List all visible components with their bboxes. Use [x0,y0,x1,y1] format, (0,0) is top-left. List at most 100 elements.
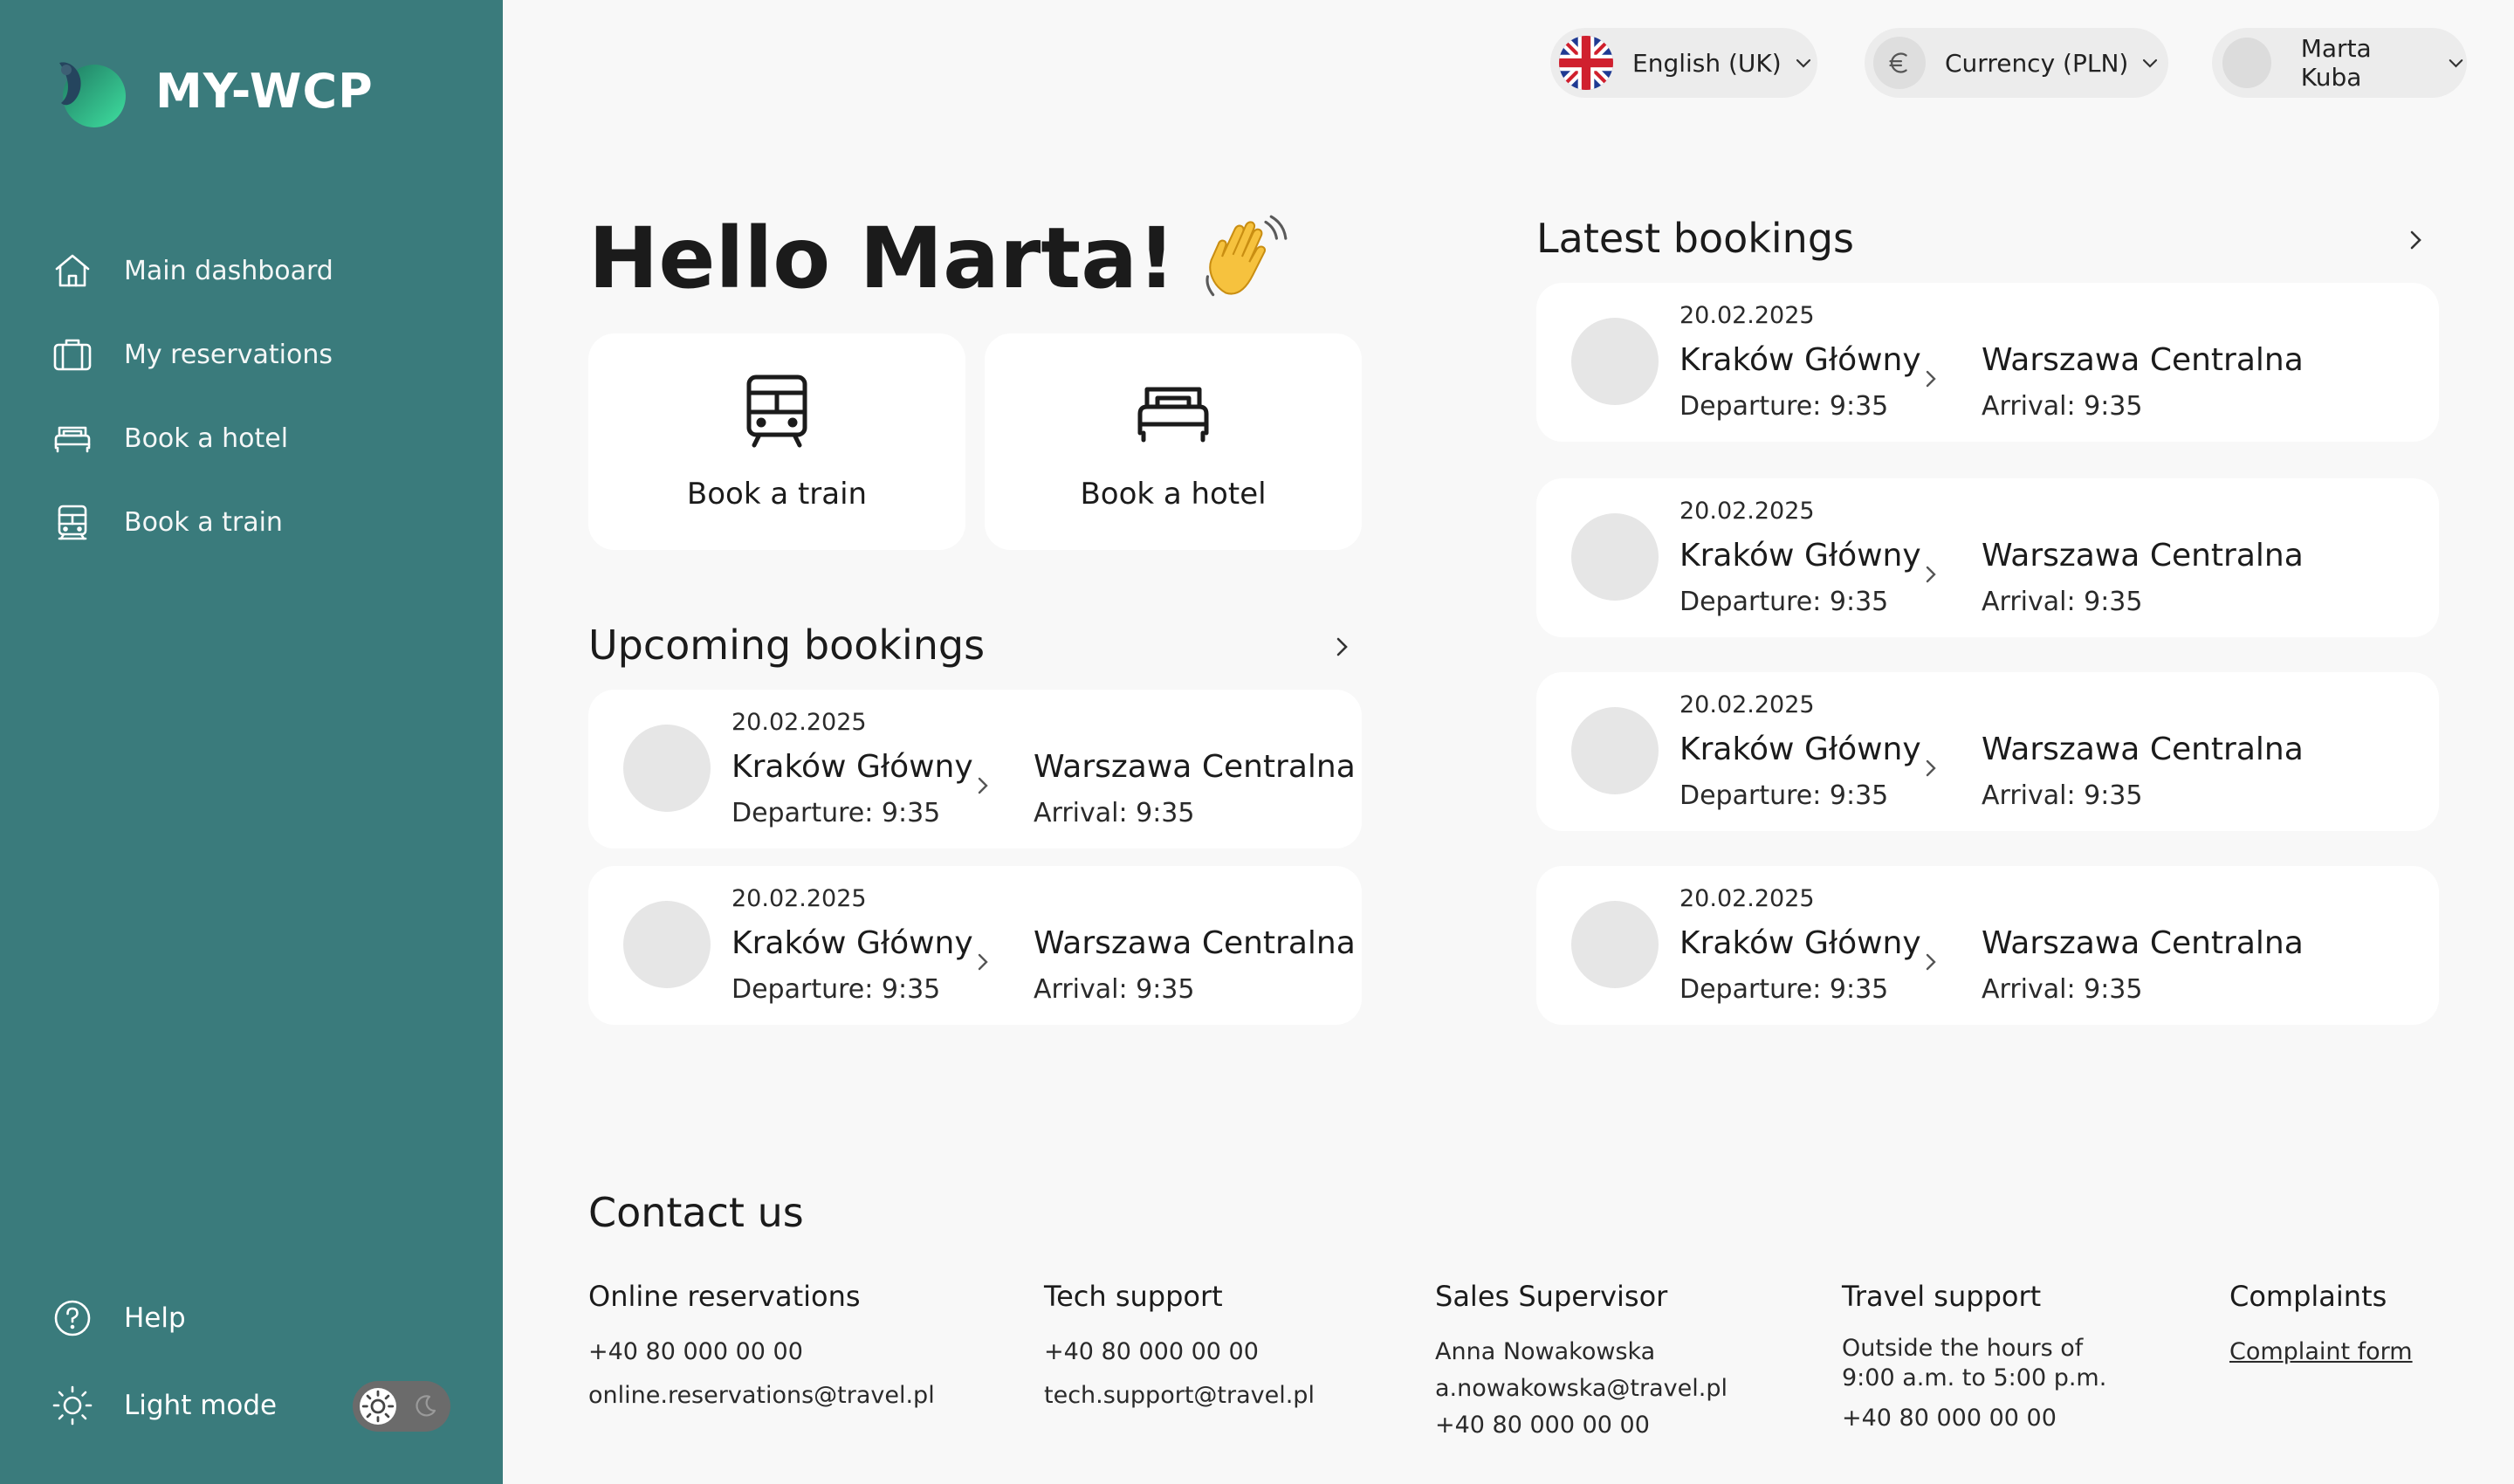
upcoming-more-chevron-icon[interactable] [1327,632,1357,662]
chevron-right-icon [978,777,988,794]
theme-row: Light mode [51,1362,452,1449]
chevron-down-icon [2143,58,2158,68]
book-train-button[interactable]: Book a train [588,333,965,550]
sidebar-item-label: Book a train [124,506,283,538]
booking-date: 20.02.2025 [1679,302,1815,329]
upcoming-booking-card[interactable]: 20.02.2025 Kraków Główny Departure: 9:35… [588,690,1362,848]
book-hotel-button[interactable]: Book a hotel [985,333,1362,550]
booking-arrival: Arrival: 9:35 [1034,798,1195,828]
logo-icon [51,51,131,131]
latest-more-chevron-icon[interactable] [2401,225,2430,255]
light-mode-label: Light mode [124,1390,278,1421]
booking-departure: Departure: 9:35 [732,798,941,828]
sidebar: MY-WCP Main dashboard My reservations Bo… [0,0,503,1484]
uk-flag-icon [1559,36,1613,90]
greeting: Hello Marta! [588,210,1289,307]
contact-heading: Travel support [1842,1280,2042,1313]
avatar [2222,38,2271,88]
booking-arrival: Arrival: 9:35 [1982,391,2143,422]
chevron-right-icon [1926,953,1936,971]
booking-to: Warszawa Centralna [1034,925,1356,961]
sun-small-icon [361,1390,395,1423]
chevron-right-icon [978,953,988,971]
booking-avatar [1571,901,1659,988]
latest-bookings-title: Latest bookings [1536,215,1855,262]
booking-departure: Departure: 9:35 [1679,587,1889,617]
theme-toggle[interactable] [353,1381,450,1432]
sidebar-item-label: Main dashboard [124,255,333,286]
euro-icon [1873,37,1926,89]
booking-to: Warszawa Centralna [1982,538,2304,574]
booking-departure: Departure: 9:35 [1679,780,1889,811]
language-selector[interactable]: English (UK) [1550,28,1817,98]
contact-heading: Online reservations [588,1280,861,1313]
contact-hours: Outside the hours of [1842,1335,2084,1362]
sidebar-item-book-train[interactable]: Book a train [51,480,333,564]
logo[interactable]: MY-WCP [51,51,374,131]
contact-heading: Complaints [2229,1280,2387,1313]
latest-booking-card[interactable]: 20.02.2025 Kraków Główny Departure: 9:35… [1536,866,2439,1025]
train-icon [746,374,807,448]
contact-online-reservations: Online reservations +40 80 000 00 00 onl… [588,1280,935,1414]
booking-arrival: Arrival: 9:35 [1034,974,1195,1005]
help-icon [54,1300,91,1336]
book-train-label: Book a train [686,477,868,512]
contact-phone: +40 80 000 00 00 [1044,1338,1259,1365]
booking-to: Warszawa Centralna [1982,925,2304,961]
booking-arrival: Arrival: 9:35 [1982,780,2143,811]
latest-booking-card[interactable]: 20.02.2025 Kraków Główny Departure: 9:35… [1536,478,2439,637]
user-menu[interactable]: Marta Kuba [2212,28,2467,98]
sidebar-bottom: Help Light mode [51,1274,452,1449]
sidebar-item-label: My reservations [124,339,333,370]
upcoming-booking-card[interactable]: 20.02.2025 Kraków Główny Departure: 9:35… [588,866,1362,1025]
language-label: English (UK) [1632,48,1782,78]
chevron-down-icon [2449,59,2463,68]
latest-booking-card[interactable]: 20.02.2025 Kraków Główny Departure: 9:35… [1536,672,2439,831]
app-title: MY-WCP [155,63,374,119]
booking-date: 20.02.2025 [1679,498,1815,525]
booking-date: 20.02.2025 [1679,691,1815,718]
sidebar-nav: Main dashboard My reservations Book a ho… [51,229,333,564]
home-icon [55,254,90,287]
sidebar-item-main-dashboard[interactable]: Main dashboard [51,229,333,313]
booking-from: Kraków Główny [1679,342,1921,378]
luggage-icon [53,339,92,371]
booking-arrival: Arrival: 9:35 [1982,587,2143,617]
help-label: Help [124,1302,186,1334]
currency-label: Currency (PLN) [1945,48,2129,78]
booking-date: 20.02.2025 [1679,885,1815,912]
user-name: Marta Kuba [2300,34,2372,92]
help-link[interactable]: Help [51,1274,452,1362]
book-hotel-label: Book a hotel [1080,477,1267,512]
booking-avatar [623,725,711,812]
contact-phone: +40 80 000 00 00 [1842,1405,2057,1432]
booking-avatar [623,901,711,988]
sidebar-item-book-hotel[interactable]: Book a hotel [51,396,333,480]
chevron-right-icon [1926,370,1936,388]
toggle-knob [360,1388,396,1425]
sun-icon [52,1385,93,1426]
bed-icon [54,426,91,453]
booking-date: 20.02.2025 [732,885,867,912]
booking-from: Kraków Główny [732,925,973,961]
contact-tech-support: Tech support +40 80 000 00 00 tech.suppo… [1044,1280,1315,1414]
booking-from: Kraków Główny [1679,732,1921,767]
sidebar-item-my-reservations[interactable]: My reservations [51,313,333,396]
contact-phone: +40 80 000 00 00 [588,1338,803,1365]
booking-avatar [1571,318,1659,405]
complaint-form-link[interactable]: Complaint form [2229,1334,2413,1371]
booking-departure: Departure: 9:35 [732,974,941,1005]
chevron-right-icon [1926,566,1936,583]
contact-travel-support: Travel support Outside the hours of 9:00… [1842,1280,2106,1437]
booking-to: Warszawa Centralna [1982,342,2304,378]
latest-booking-card[interactable]: 20.02.2025 Kraków Główny Departure: 9:35… [1536,283,2439,442]
train-icon [58,505,87,540]
booking-to: Warszawa Centralna [1982,732,2304,767]
currency-selector[interactable]: Currency (PLN) [1865,28,2168,98]
booking-from: Kraków Główny [732,749,973,785]
contact-hours: 9:00 a.m. to 5:00 p.m. [1842,1364,2107,1391]
chevron-right-icon [1926,759,1936,777]
bed-icon [1137,387,1209,443]
upcoming-bookings-title: Upcoming bookings [588,622,986,669]
booking-date: 20.02.2025 [732,709,867,736]
